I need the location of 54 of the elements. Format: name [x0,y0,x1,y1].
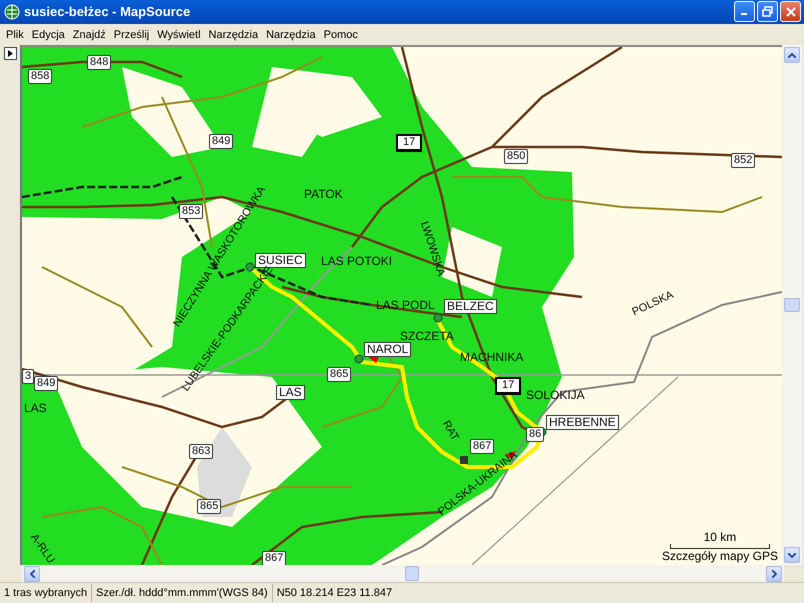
road-number-label: 848 [87,55,112,70]
road-number-label: 853 [179,204,204,220]
menu-item[interactable]: Narzędzia [262,26,320,43]
menu-item[interactable]: Pomoc [320,26,362,43]
place-label: PATOK [304,188,343,202]
road-number-label: 849 [34,376,58,392]
chevron-left-icon [30,570,34,578]
road-number-label: 863 [189,444,214,460]
road-number-label: 3 [22,369,34,384]
menu-item[interactable]: Edycja [28,26,69,43]
maximize-button[interactable] [757,1,778,22]
scroll-right-button[interactable] [766,566,782,582]
scroll-thumb[interactable] [405,566,419,582]
menu-item[interactable]: Wyświetl [153,26,205,43]
chevron-right-icon [772,570,776,578]
road-number-label: 849 [209,134,234,150]
road-number-label: 86 [526,427,544,442]
town-label: BELZEC [444,299,497,314]
chevron-down-icon [788,552,796,558]
chevron-up-icon [788,52,796,58]
scroll-left-button[interactable] [24,566,40,582]
road-number-label: 865 [327,367,352,382]
status-field: N50 18.214 E23 11.847 [272,584,804,602]
road-number-label: 17 [495,377,522,396]
road-number-label: 865 [197,499,222,514]
road-number-label: 867 [262,551,286,566]
place-label: LAS [24,402,47,416]
road-number-label: 852 [731,153,756,168]
map-source-label: Szczegóły mapy GPS [662,549,778,564]
menu-item[interactable]: Plik [2,26,28,43]
scroll-down-button[interactable] [784,547,800,564]
road-number-label: 850 [504,149,528,164]
town-label: NAROL [364,342,412,358]
scale-label: 10 km [704,530,736,544]
road-number-label: 858 [28,69,52,84]
close-icon [786,6,796,17]
menu-item[interactable]: Znajdź [68,26,110,43]
window-title: susiec-bełżec - MapSource [24,4,192,20]
scroll-thumb[interactable] [784,298,800,312]
minimize-button[interactable] [734,1,755,22]
town-label: LAS [276,385,305,400]
close-button[interactable] [780,1,801,22]
menu-item[interactable]: Narzędzia [204,26,262,43]
road-number-label: 867 [470,439,494,454]
panel-toggle-button[interactable] [4,47,16,60]
status-field: Szer./dł. hddd°mm.mmm'(WGS 84) [92,584,273,602]
restore-icon [762,6,773,18]
triangle-right-icon [8,50,12,58]
menu-item[interactable]: Prześlij [110,26,154,43]
scroll-up-button[interactable] [784,47,800,64]
status-field: 1 tras wybranych [0,584,92,602]
app-globe-icon [4,4,20,20]
town-label: HREBENNE [546,415,619,430]
road-number-label: 17 [396,134,422,152]
